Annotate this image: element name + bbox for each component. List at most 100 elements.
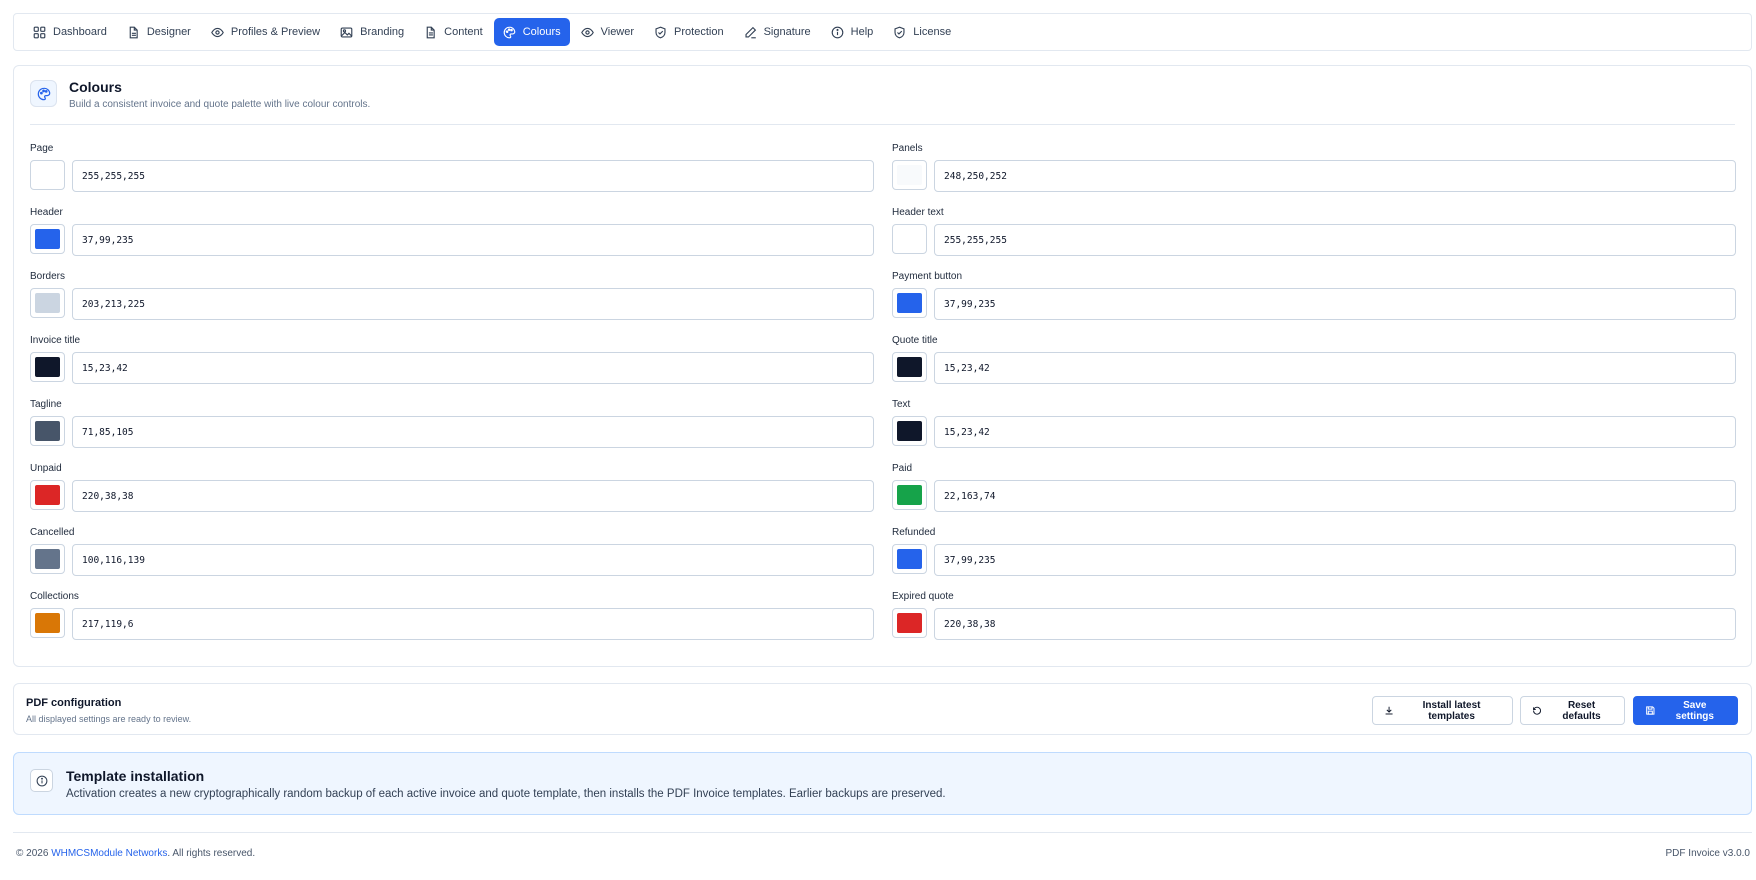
tab-dashboard[interactable]: Dashboard <box>24 18 116 46</box>
colour-field-invoice-title: Invoice title <box>30 335 874 399</box>
header-divider <box>30 124 1735 125</box>
colour-field-page: Page <box>30 143 874 207</box>
colour-field-label: Collections <box>30 591 79 602</box>
colour-value-input-quote-title[interactable] <box>934 352 1736 384</box>
colour-swatch-fill <box>897 229 922 249</box>
colour-swatch-expired-quote[interactable] <box>892 608 927 638</box>
page-title: Colours <box>69 79 122 95</box>
colour-value-input-refunded[interactable] <box>934 544 1736 576</box>
tab-viewer[interactable]: Viewer <box>572 18 643 46</box>
colour-swatch-refunded[interactable] <box>892 544 927 574</box>
colour-swatch-unpaid[interactable] <box>30 480 65 510</box>
colour-value-input-unpaid[interactable] <box>72 480 874 512</box>
colour-field-payment-button: Payment button <box>892 271 1736 335</box>
colour-swatch-page[interactable] <box>30 160 65 190</box>
footer-copyright: © 2026 WHMCSModule Networks. All rights … <box>16 848 255 859</box>
colour-field-label: Unpaid <box>30 463 62 474</box>
tab-profiles-preview[interactable]: Profiles & Preview <box>202 18 329 46</box>
colour-value-input-invoice-title[interactable] <box>72 352 874 384</box>
colour-swatch-text[interactable] <box>892 416 927 446</box>
tab-designer-label: Designer <box>146 26 191 38</box>
save-icon <box>1646 706 1655 715</box>
colour-swatch-collections[interactable] <box>30 608 65 638</box>
grid-icon <box>33 26 46 38</box>
colour-swatch-fill <box>35 229 60 249</box>
colour-swatch-fill <box>35 549 60 569</box>
colour-swatch-tagline[interactable] <box>30 416 65 446</box>
colour-swatch-cancelled[interactable] <box>30 544 65 574</box>
top-navigation: Dashboard Designer Profiles & Preview Br… <box>13 13 1752 51</box>
save-settings-button[interactable]: Save settings <box>1633 696 1738 725</box>
colour-swatch-fill <box>897 165 922 185</box>
colour-swatch-fill <box>35 293 60 313</box>
palette-icon <box>30 80 57 107</box>
colour-field-label: Paid <box>892 463 913 474</box>
tab-signature[interactable]: Signature <box>735 18 820 46</box>
colour-swatch-quote-title[interactable] <box>892 352 927 382</box>
colour-swatch-invoice-title[interactable] <box>30 352 65 382</box>
company-link[interactable]: WHMCSModule Networks <box>51 848 167 859</box>
pen-icon <box>745 26 756 38</box>
info-icon <box>831 26 844 38</box>
colour-value-input-text[interactable] <box>934 416 1736 448</box>
colour-swatch-borders[interactable] <box>30 288 65 318</box>
colour-value-input-header-text[interactable] <box>934 224 1736 256</box>
image-icon <box>340 26 353 38</box>
colour-field-collections: Collections <box>30 591 874 655</box>
colour-field-label: Quote title <box>892 335 938 346</box>
colour-value-input-expired-quote[interactable] <box>934 608 1736 640</box>
colour-value-input-payment-button[interactable] <box>934 288 1736 320</box>
tab-branding[interactable]: Branding <box>331 18 413 46</box>
colour-value-input-panels[interactable] <box>934 160 1736 192</box>
colour-swatch-fill <box>35 165 60 185</box>
tab-license[interactable]: License <box>884 18 960 46</box>
colour-field-label: Header <box>30 207 63 218</box>
colour-swatch-fill <box>897 421 922 441</box>
install-templates-label: Install latest templates <box>1422 699 1481 722</box>
tab-colours-label: Colours <box>522 26 561 38</box>
colour-field-panels: Panels <box>892 143 1736 207</box>
colour-field-header: Header <box>30 207 874 271</box>
template-installation-title: Template installation <box>66 768 205 784</box>
colours-card: Colours Build a consistent invoice and q… <box>13 65 1752 667</box>
colour-swatch-header-text[interactable] <box>892 224 927 254</box>
save-settings-label: Save settings <box>1675 699 1714 722</box>
colour-field-unpaid: Unpaid <box>30 463 874 527</box>
copyright-year: © 2026 <box>16 848 49 859</box>
tab-help[interactable]: Help <box>822 18 883 46</box>
tab-help-label: Help <box>850 26 874 38</box>
colour-swatch-paid[interactable] <box>892 480 927 510</box>
tab-designer[interactable]: Designer <box>118 18 200 46</box>
rights-text: . All rights reserved. <box>167 848 256 859</box>
install-templates-button[interactable]: Install latest templates <box>1372 696 1513 725</box>
colour-field-refunded: Refunded <box>892 527 1736 591</box>
colour-field-paid: Paid <box>892 463 1736 527</box>
colour-value-input-paid[interactable] <box>934 480 1736 512</box>
colour-field-label: Expired quote <box>892 591 954 602</box>
tab-colours[interactable]: Colours <box>493 18 570 46</box>
tab-protection[interactable]: Protection <box>645 18 733 46</box>
colour-swatch-fill <box>897 485 922 505</box>
footer-divider <box>13 832 1752 833</box>
colour-fields-grid: Page Panels Header Header text Borders Paymen… <box>30 143 1736 655</box>
tab-content-label: Content <box>444 26 483 38</box>
palette-icon <box>503 26 516 38</box>
colour-value-input-tagline[interactable] <box>72 416 874 448</box>
colour-value-input-cancelled[interactable] <box>72 544 874 576</box>
colour-value-input-collections[interactable] <box>72 608 874 640</box>
colour-swatch-panels[interactable] <box>892 160 927 190</box>
colour-swatch-header[interactable] <box>30 224 65 254</box>
tab-content[interactable]: Content <box>415 18 492 46</box>
shield-check-icon <box>894 26 905 38</box>
tab-license-label: License <box>913 26 952 38</box>
colour-swatch-payment-button[interactable] <box>892 288 927 318</box>
rotate-ccw-icon <box>1533 706 1541 715</box>
colour-value-input-header[interactable] <box>72 224 874 256</box>
colour-field-label: Tagline <box>30 399 62 410</box>
reset-defaults-button[interactable]: Reset defaults <box>1520 696 1625 725</box>
colour-value-input-borders[interactable] <box>72 288 874 320</box>
reset-defaults-label: Reset defaults <box>1562 699 1601 722</box>
colour-value-input-page[interactable] <box>72 160 874 192</box>
colour-field-borders: Borders <box>30 271 874 335</box>
colour-field-label: Refunded <box>892 527 936 538</box>
